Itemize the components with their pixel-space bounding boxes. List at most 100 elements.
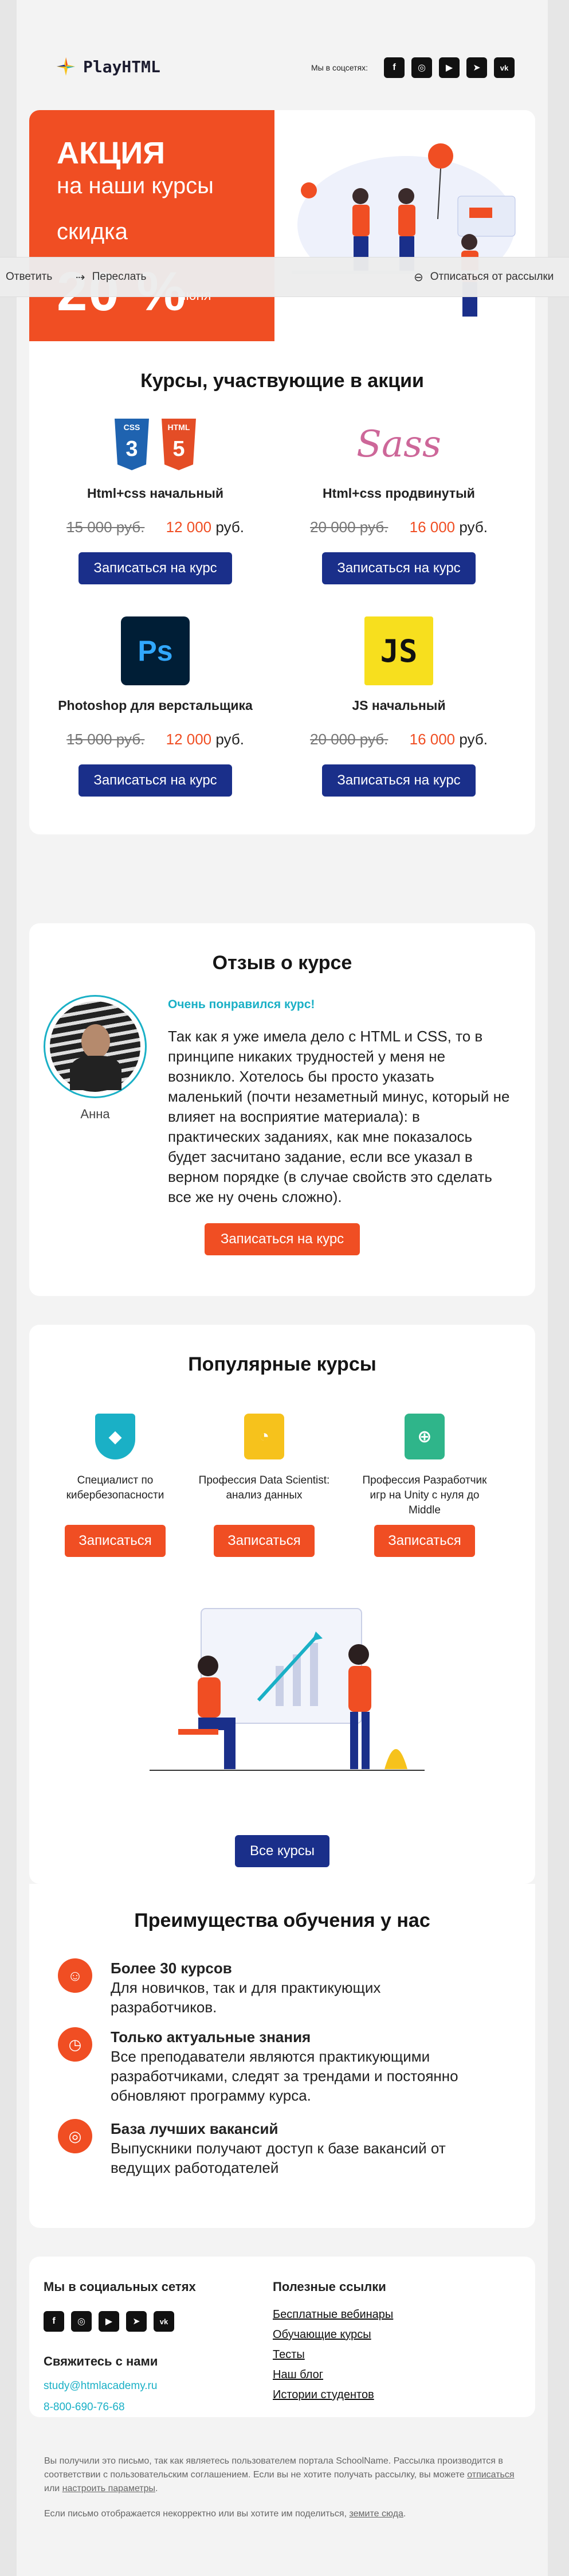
- instagram-icon[interactable]: ◎: [71, 2311, 92, 2332]
- legal-text-mid: или: [44, 2484, 60, 2493]
- review-title: Отзыв о курсе: [212, 952, 352, 974]
- all-courses-cta: Все курсы: [29, 1835, 535, 1867]
- telegram-icon[interactable]: ➤: [126, 2311, 147, 2332]
- popular-course: ◆ Специалист по кибербезопасности Записа…: [49, 1414, 181, 1557]
- unsubscribe-button[interactable]: ⊖ Отписаться от рассылки: [414, 270, 554, 284]
- photoshop-icon: Ps: [121, 616, 190, 685]
- course-name: Html+css продвинутый: [323, 486, 475, 501]
- svg-text:HTML: HTML: [168, 423, 190, 432]
- perk-text: Выпускники получают доступ к базе ваканс…: [111, 2140, 446, 2176]
- footer-social-icons: f ◎ ▶ ➤ vk: [37, 2311, 174, 2332]
- enroll-button[interactable]: Записаться на курс: [322, 552, 476, 584]
- svg-text:5: 5: [172, 437, 185, 461]
- facebook-icon[interactable]: f: [384, 57, 405, 78]
- perk-title: База лучших вакансий: [111, 2120, 278, 2137]
- course-name: JS начальный: [352, 698, 446, 713]
- course-prices: 15 000 руб. 12 000 руб.: [46, 731, 264, 748]
- reply-button[interactable]: Ответить: [6, 271, 52, 283]
- new-price: 12 000: [166, 518, 212, 536]
- smile-icon: ☺: [58, 1958, 92, 1993]
- course-card: CSS 3 HTML 5 Html+css начальный 15 000 р…: [46, 416, 264, 584]
- enroll-button[interactable]: Записаться на курс: [79, 552, 232, 584]
- promo-banner[interactable]: АКЦИЯ на наши курсы скидка 20 % июня: [29, 110, 535, 341]
- footer-link-courses[interactable]: Обучающие курсы: [273, 2328, 393, 2341]
- promo-banner-text: АКЦИЯ на наши курсы скидка 20 % июня: [29, 110, 274, 341]
- perk-title: Только актуальные знания: [111, 2028, 311, 2046]
- footer-section: Мы в социальных сетях f ◎ ▶ ➤ vk Свяжите…: [29, 2257, 535, 2417]
- course-card: JS JS начальный 20 000 руб. 16 000 руб. …: [290, 616, 508, 797]
- footer-link-tests[interactable]: Тесты: [273, 2348, 393, 2362]
- popular-title: Популярные курсы: [188, 1353, 376, 1375]
- social-label: Мы в соцсетях:: [311, 63, 368, 72]
- review-author: Анна: [80, 1107, 110, 1121]
- sass-icon: Sass: [356, 423, 441, 466]
- signup-button[interactable]: Записаться: [374, 1525, 475, 1557]
- promo-heading: АКЦИЯ: [57, 136, 166, 170]
- course-prices: 20 000 руб. 16 000 руб.: [290, 731, 508, 748]
- view-online-link[interactable]: земите сюда: [350, 2509, 403, 2519]
- chart-icon: ◔: [244, 1414, 284, 1459]
- popular-course-title: Специалист по кибербезопасности: [66, 1474, 164, 1501]
- mail-toolbar: Ответить ⇢ Переслать ⊖ Отписаться от рас…: [0, 257, 569, 297]
- signup-button[interactable]: Записаться: [65, 1525, 166, 1557]
- enroll-button[interactable]: Записаться на курс: [79, 764, 232, 797]
- footer-link-stories[interactable]: Истории студентов: [273, 2388, 393, 2402]
- instagram-icon[interactable]: ◎: [411, 57, 432, 78]
- forward-label: Переслать: [92, 271, 147, 283]
- reply-label: Ответить: [6, 271, 53, 283]
- currency: руб.: [459, 518, 488, 536]
- brand[interactable]: PlayHTML: [56, 56, 160, 77]
- css3-icon: CSS 3: [115, 419, 149, 470]
- footer-email[interactable]: study@htmlacademy.ru: [44, 2380, 157, 2392]
- forward-button[interactable]: ⇢ Переслать: [76, 270, 146, 284]
- svg-text:3: 3: [125, 437, 138, 461]
- footer-links: Бесплатные вебинары Обучающие курсы Тест…: [273, 2308, 393, 2409]
- footer-link-blog[interactable]: Наш блог: [273, 2368, 393, 2382]
- footer-contact-title: Свяжитесь с нами: [44, 2354, 158, 2368]
- course-prices: 15 000 руб. 12 000 руб.: [46, 518, 264, 536]
- perk-text: Все преподаватели являются практикующими…: [111, 2048, 458, 2104]
- html5-icon: HTML 5: [162, 419, 196, 470]
- settings-link[interactable]: настроить параметры: [62, 2484, 155, 2493]
- teaching-illustration: [150, 1608, 425, 1771]
- course-prices: 20 000 руб. 16 000 руб.: [290, 518, 508, 536]
- shield-icon: ◆: [95, 1414, 135, 1459]
- svg-text:CSS: CSS: [124, 423, 140, 432]
- new-price: 16 000: [409, 731, 456, 748]
- footer-link-webinars[interactable]: Бесплатные вебинары: [273, 2308, 393, 2321]
- youtube-icon[interactable]: ▶: [439, 57, 460, 78]
- facebook-icon[interactable]: f: [44, 2311, 64, 2332]
- team-illustration: [274, 110, 535, 341]
- popular-course: ⊕ Профессия Разработчик игр на Unity с н…: [359, 1414, 490, 1557]
- perk-item: ◷ Только актуальные знания Все преподава…: [58, 2027, 477, 2105]
- vk-icon[interactable]: vk: [494, 57, 515, 78]
- review-avatar: [44, 995, 147, 1098]
- unsubscribe-link[interactable]: отписаться: [467, 2470, 514, 2480]
- review-text: Так как я уже имела дело с HTML и CSS, т…: [168, 1028, 510, 1205]
- sass-logo: Sass: [290, 416, 508, 473]
- enroll-button[interactable]: Записаться на курс: [322, 764, 476, 797]
- currency: руб.: [215, 518, 244, 536]
- all-courses-button[interactable]: Все курсы: [234, 1835, 330, 1867]
- youtube-icon[interactable]: ▶: [99, 2311, 119, 2332]
- css-html-logos: CSS 3 HTML 5: [46, 416, 264, 473]
- popular-course: ◔ Профессия Data Scientist: анализ данны…: [198, 1414, 330, 1557]
- promo-subheading: на наши курсы: [57, 173, 214, 198]
- clock-icon: ◷: [58, 2027, 92, 2062]
- signup-button[interactable]: Записаться: [214, 1525, 315, 1557]
- perk-item: ☺ Более 30 курсов Для новичков, так и дл…: [58, 1958, 466, 2017]
- minus-circle-icon: ⊖: [414, 271, 423, 284]
- course-name: Photoshop для верстальщика: [58, 698, 253, 713]
- email-body: PlayHTML Мы в соцсетях: f ◎ ▶ ➤ vk АКЦИЯ…: [17, 0, 548, 2576]
- footer-phone[interactable]: 8-800-690-76-68: [44, 2401, 125, 2414]
- promo-courses-title: Курсы, участвующие в акции: [140, 370, 424, 392]
- vk-icon[interactable]: vk: [154, 2311, 174, 2332]
- popular-course-title: Профессия Разработчик игр на Unity с нул…: [362, 1474, 487, 1516]
- popular-section: Популярные курсы ◆ Специалист по кибербе…: [29, 1325, 535, 1884]
- course-name: Html+css начальный: [87, 486, 223, 501]
- perks-section: Преимущества обучения у нас ☺ Более 30 к…: [29, 1884, 535, 2228]
- review-enroll-button[interactable]: Записаться на курс: [204, 1223, 360, 1255]
- new-price: 12 000: [166, 731, 212, 748]
- perk-item: ◎ База лучших вакансий Выпускники получа…: [58, 2119, 454, 2177]
- telegram-icon[interactable]: ➤: [466, 57, 487, 78]
